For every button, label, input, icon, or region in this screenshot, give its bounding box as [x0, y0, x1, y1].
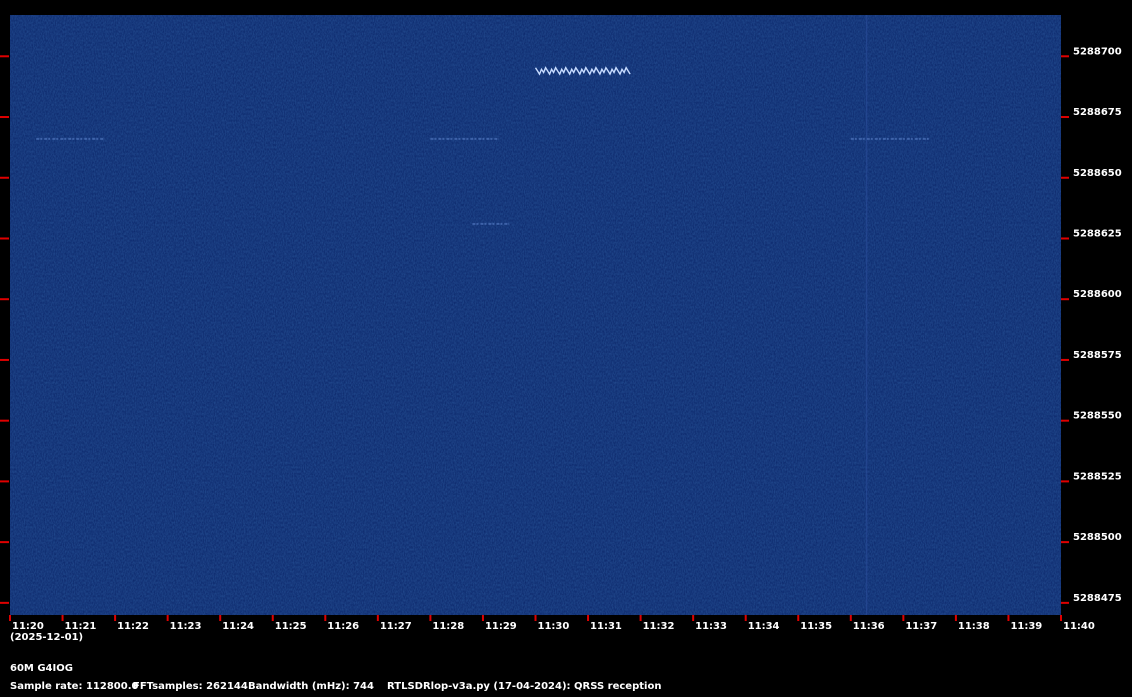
x-tick-label: 11:26: [327, 621, 359, 632]
x-tick-label: 11:33: [695, 621, 727, 632]
y-tick-label: 5288600: [1073, 289, 1122, 300]
y-tick-label: 5288700: [1073, 46, 1122, 57]
x-tick-label: 11:25: [275, 621, 307, 632]
date-label: (2025-12-01): [10, 632, 84, 643]
x-tick-label: 11:22: [117, 621, 149, 632]
x-tick-label: 11:21: [65, 621, 97, 632]
waterfall-area: [10, 15, 1061, 615]
x-tick-label: 11:36: [853, 621, 885, 632]
y-tick-label: 5288500: [1073, 532, 1122, 543]
y-tick-label: 5288575: [1073, 350, 1122, 361]
x-tick-label: 11:40: [1063, 621, 1095, 632]
x-tick-label: 11:39: [1010, 621, 1042, 632]
x-tick-label: 11:35: [800, 621, 832, 632]
fft-samples-label: FFTsamples: 262144: [133, 681, 248, 692]
x-tick-label: 11:23: [170, 621, 202, 632]
y-tick-label: 5288675: [1073, 107, 1122, 118]
x-tick-label: 11:27: [380, 621, 412, 632]
bandwidth-label: Bandwidth (mHz): 744: [248, 681, 374, 692]
x-tick-label: 11:37: [905, 621, 937, 632]
x-tick-label: 11:34: [748, 621, 780, 632]
spectrogram-chart: 11:20 11:21 11:22 11:23 11:24 11:25 11:26 11:27…: [0, 15, 1122, 632]
y-tick-label: 5288525: [1073, 471, 1122, 482]
station-label: 60M G4IOG: [10, 663, 73, 674]
sample-rate-label: Sample rate: 112800.0: [10, 681, 139, 692]
x-axis-ticks: 11:20 11:21 11:22 11:23 11:24 11:25 11:26 11:27…: [9, 615, 1095, 632]
x-tick-label: 11:32: [643, 621, 675, 632]
y-tick-label: 5288475: [1073, 593, 1122, 604]
x-tick-label: 11:30: [538, 621, 570, 632]
y-tick-label: 5288625: [1073, 228, 1122, 239]
x-tick-label: 11:28: [432, 621, 464, 632]
x-tick-label: 11:29: [485, 621, 517, 632]
waterfall-noise: [10, 15, 1061, 615]
y-tick-label: 5288550: [1073, 411, 1122, 422]
x-tick-label: 11:38: [958, 621, 990, 632]
y-tick-label: 5288650: [1073, 168, 1122, 179]
x-tick-label: 11:31: [590, 621, 622, 632]
x-tick-label: 11:20: [12, 621, 44, 632]
x-tick-label: 11:24: [222, 621, 254, 632]
program-label: RTLSDRlop-v3a.py (17-04-2024): QRSS rece…: [387, 681, 662, 692]
